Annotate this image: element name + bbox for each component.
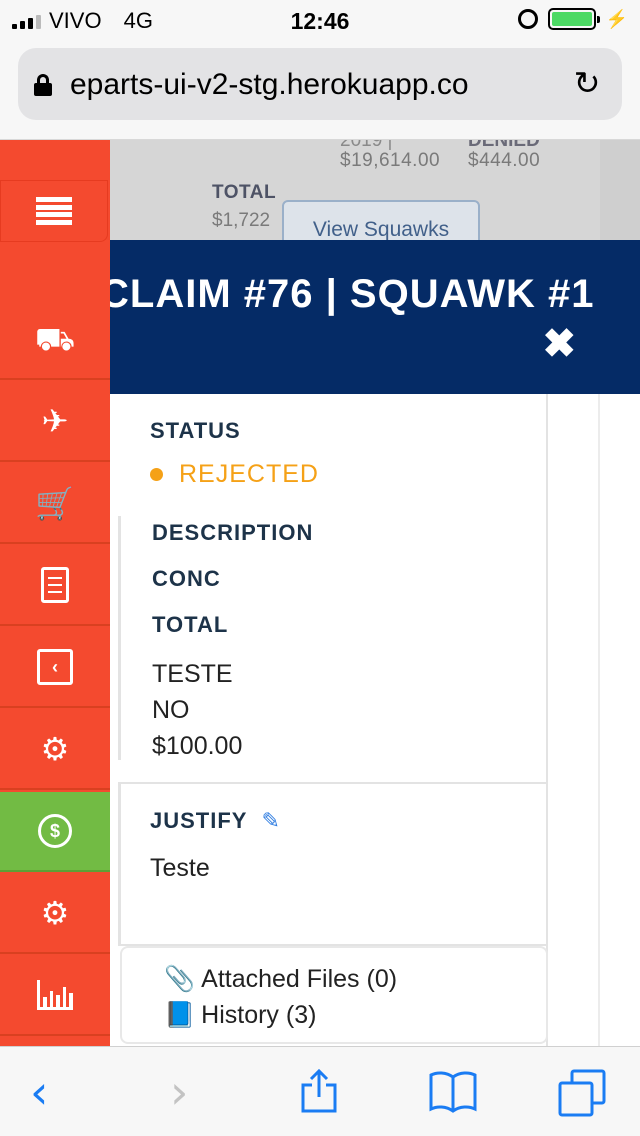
return-box-icon: ‹	[37, 649, 73, 685]
sidebar-item-cart[interactable]: 🛒	[0, 464, 110, 544]
status-bar: VIVO 4G 12:46 ⚡	[0, 0, 640, 40]
attached-files-link[interactable]: 📎 Attached Files (0)	[164, 964, 397, 994]
section-border	[118, 782, 121, 946]
airplane-icon: ✈	[41, 402, 69, 440]
status-label: STATUS	[150, 418, 241, 443]
lock-icon	[34, 74, 52, 96]
sidebar-item-aircraft[interactable]: ✈	[0, 382, 110, 462]
close-icon[interactable]: ✖	[542, 324, 576, 364]
total-label: TOTAL	[152, 612, 229, 637]
cart-icon: 🛒	[35, 484, 75, 522]
status-badge: REJECTED	[150, 460, 319, 489]
sidebar-item-returns[interactable]: ‹	[0, 628, 110, 708]
modal-divider-line	[598, 394, 600, 1046]
bar-chart-icon	[37, 980, 73, 1010]
gears-icon: ⚙	[40, 894, 70, 932]
justify-value: Teste	[150, 854, 210, 882]
conc-label: CONC	[152, 566, 221, 591]
background-page: 2019 | DENIED $19,614.00 $444.00 TOTAL $…	[110, 140, 640, 260]
alarm-icon	[517, 9, 538, 29]
bg-total-value: $1,722	[212, 210, 271, 231]
description-value: TESTE	[152, 660, 233, 688]
battery-icon	[547, 8, 600, 30]
browser-toolbar: ‹ ›	[0, 1046, 640, 1136]
modal-body: STATUS REJECTED DESCRIPTION CONC TOTAL T…	[110, 394, 640, 1046]
justify-header: JUSTIFY ✎	[150, 808, 281, 834]
modal-title: CLAIM #76 | SQUAWK #1	[110, 272, 595, 316]
reload-icon[interactable]: ↻	[570, 66, 604, 100]
sidebar: ⛟ ✈ 🛒 ‹ ⚙ $ ⚙	[0, 140, 110, 1046]
history-label: History (3)	[201, 1000, 317, 1029]
status-value: REJECTED	[179, 460, 319, 488]
status-dot-icon	[150, 468, 163, 481]
tabs-icon[interactable]	[558, 1069, 606, 1117]
bg-total-label: TOTAL	[212, 182, 277, 203]
sidebar-item-reports[interactable]	[0, 956, 110, 1036]
url-text[interactable]: eparts-ui-v2-stg.herokuapp.co	[70, 68, 570, 102]
bg-amount-right: $444.00	[468, 150, 541, 171]
modal-header: CLAIM #76 | SQUAWK #1 ✖	[110, 240, 640, 394]
forward-icon[interactable]: ›	[170, 1069, 188, 1115]
justify-label: JUSTIFY	[150, 808, 248, 833]
sidebar-menu-button[interactable]	[0, 180, 108, 242]
browser-chrome: eparts-ui-v2-stg.herokuapp.co ↻	[0, 40, 640, 140]
bookmarks-icon[interactable]	[428, 1069, 478, 1113]
truck-icon: ⛟	[34, 320, 76, 358]
sidebar-item-exchange[interactable]: ⚙	[0, 710, 110, 790]
total-value: $100.00	[152, 732, 243, 760]
bg-gutter	[600, 140, 640, 240]
address-bar[interactable]: eparts-ui-v2-stg.herokuapp.co ↻	[18, 48, 622, 120]
bg-amount-left: $19,614.00	[340, 150, 441, 171]
attached-files-label: Attached Files (0)	[201, 964, 398, 993]
page: 2019 | DENIED $19,614.00 $444.00 TOTAL $…	[0, 140, 640, 1046]
section-border	[118, 516, 121, 760]
book-icon: 📘	[164, 1000, 196, 1029]
document-icon	[41, 567, 69, 603]
dollar-refresh-icon: $	[38, 814, 72, 848]
gear-exchange-icon: ⚙	[40, 730, 70, 768]
detail-values: TESTE NO $100.00	[152, 656, 242, 764]
sidebar-item-documents[interactable]	[0, 546, 110, 626]
status-right: ⚡	[517, 8, 628, 30]
sidebar-item-truck[interactable]: ⛟	[0, 300, 110, 380]
sidebar-item-claims[interactable]: $	[0, 792, 110, 872]
paperclip-icon: 📎	[164, 964, 196, 993]
edit-pencil-icon[interactable]: ✎	[261, 810, 281, 832]
section-divider	[120, 782, 548, 784]
back-icon[interactable]: ‹	[30, 1069, 48, 1115]
detail-labels: DESCRIPTION CONC TOTAL	[152, 520, 313, 658]
conc-value: NO	[152, 696, 190, 724]
menu-icon	[36, 197, 72, 225]
share-icon[interactable]	[300, 1069, 338, 1113]
sidebar-item-settings[interactable]: ⚙	[0, 874, 110, 954]
description-label: DESCRIPTION	[152, 520, 314, 545]
charging-icon: ⚡	[605, 8, 628, 29]
history-link[interactable]: 📘 History (3)	[164, 1000, 316, 1030]
files-card: 📎 Attached Files (0) 📘 History (3)	[120, 946, 548, 1044]
